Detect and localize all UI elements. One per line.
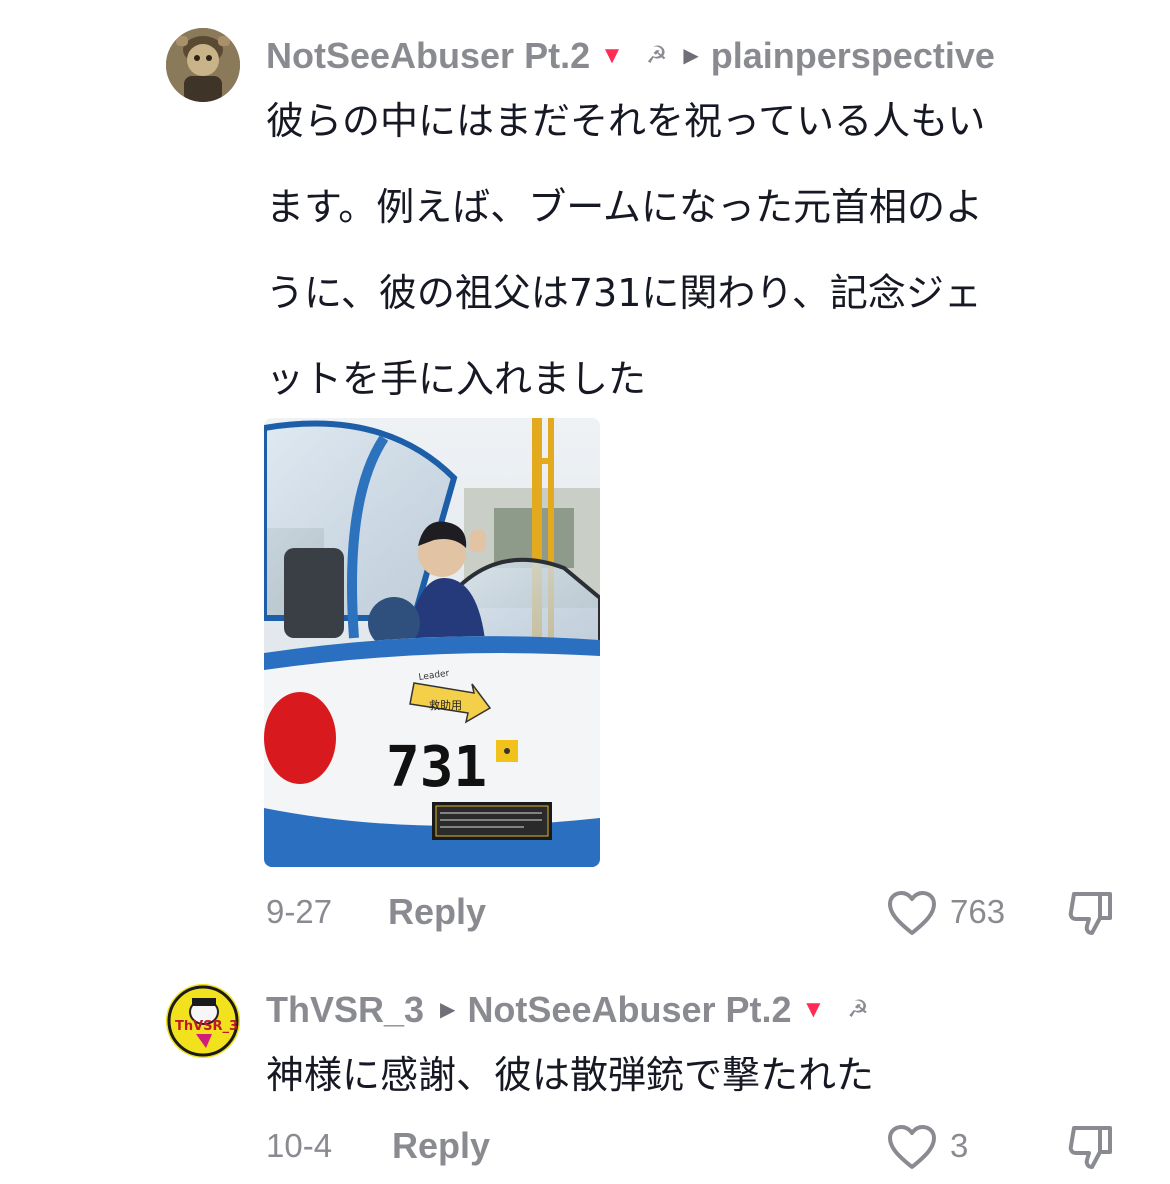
comment-date: 10-4 (266, 1127, 333, 1164)
jet-number: 731 (386, 735, 487, 800)
red-triangle-icon: ▼ (600, 42, 624, 69)
comment-text-line: うに、彼の祖父は731に関わり、記念ジェ (266, 271, 982, 315)
comment-text-line: ットを手に入れました (266, 357, 647, 401)
like-count: 763 (950, 893, 1006, 930)
comment-text-line: 神様に感謝、彼は散弾銃で撃たれた (266, 1053, 875, 1097)
comment-text: 彼らの中にはまだそれを祝っている人もい ます。例えば、ブームになった元首相のよ … (266, 78, 985, 422)
username[interactable]: ThVSR_3 (266, 989, 424, 1031)
user-avatar[interactable] (166, 28, 240, 102)
red-triangle-icon: ▼ (801, 996, 826, 1023)
rescue-label: 救助用 (429, 698, 462, 712)
comment-text-line: ます。例えば、ブームになった元首相のよ (266, 185, 984, 229)
yellow-logo-avatar-icon: ThVSR_3 (166, 984, 240, 1058)
comment-image[interactable]: 救助用 Leader 731 (264, 418, 600, 867)
comment-text-line: 彼らの中にはまだそれを祝っている人もい (266, 99, 986, 143)
hammer-sickle-icon: ☭ (847, 996, 869, 1023)
dislike-icon[interactable] (1066, 888, 1116, 938)
user-avatar[interactable]: ThVSR_3 (166, 984, 240, 1058)
heart-icon[interactable] (887, 1124, 937, 1170)
jet-cockpit-photo: 救助用 Leader 731 (264, 418, 600, 867)
comment-header: ThVSR_3 ▶ NotSeeAbuser Pt.2 ▼ ☭ (266, 984, 869, 1036)
comment-text: 神様に感謝、彼は散弾銃で撃たれた (266, 1032, 874, 1118)
reply-to-username[interactable]: plainperspective (711, 35, 995, 77)
reply-arrow-icon: ▶ (683, 45, 699, 67)
comment-date: 9-27 (266, 893, 333, 930)
svg-text:ThVSR_3: ThVSR_3 (175, 1019, 238, 1034)
reply-button[interactable]: Reply (388, 891, 486, 933)
hammer-sickle-icon: ☭ (645, 42, 668, 69)
like-count: 3 (950, 1127, 969, 1164)
reply-button[interactable]: Reply (392, 1125, 490, 1167)
heart-icon[interactable] (887, 890, 937, 936)
dislike-icon[interactable] (1066, 1122, 1116, 1172)
reply-to-username[interactable]: NotSeeAbuser Pt.2 (467, 989, 791, 1031)
reply-arrow-icon: ▶ (440, 999, 456, 1021)
character-avatar-icon (166, 28, 240, 102)
comment-header: NotSeeAbuser Pt.2 ▼ ☭ ▶ plainperspective (266, 30, 995, 82)
username[interactable]: NotSeeAbuser Pt.2 (266, 35, 590, 77)
